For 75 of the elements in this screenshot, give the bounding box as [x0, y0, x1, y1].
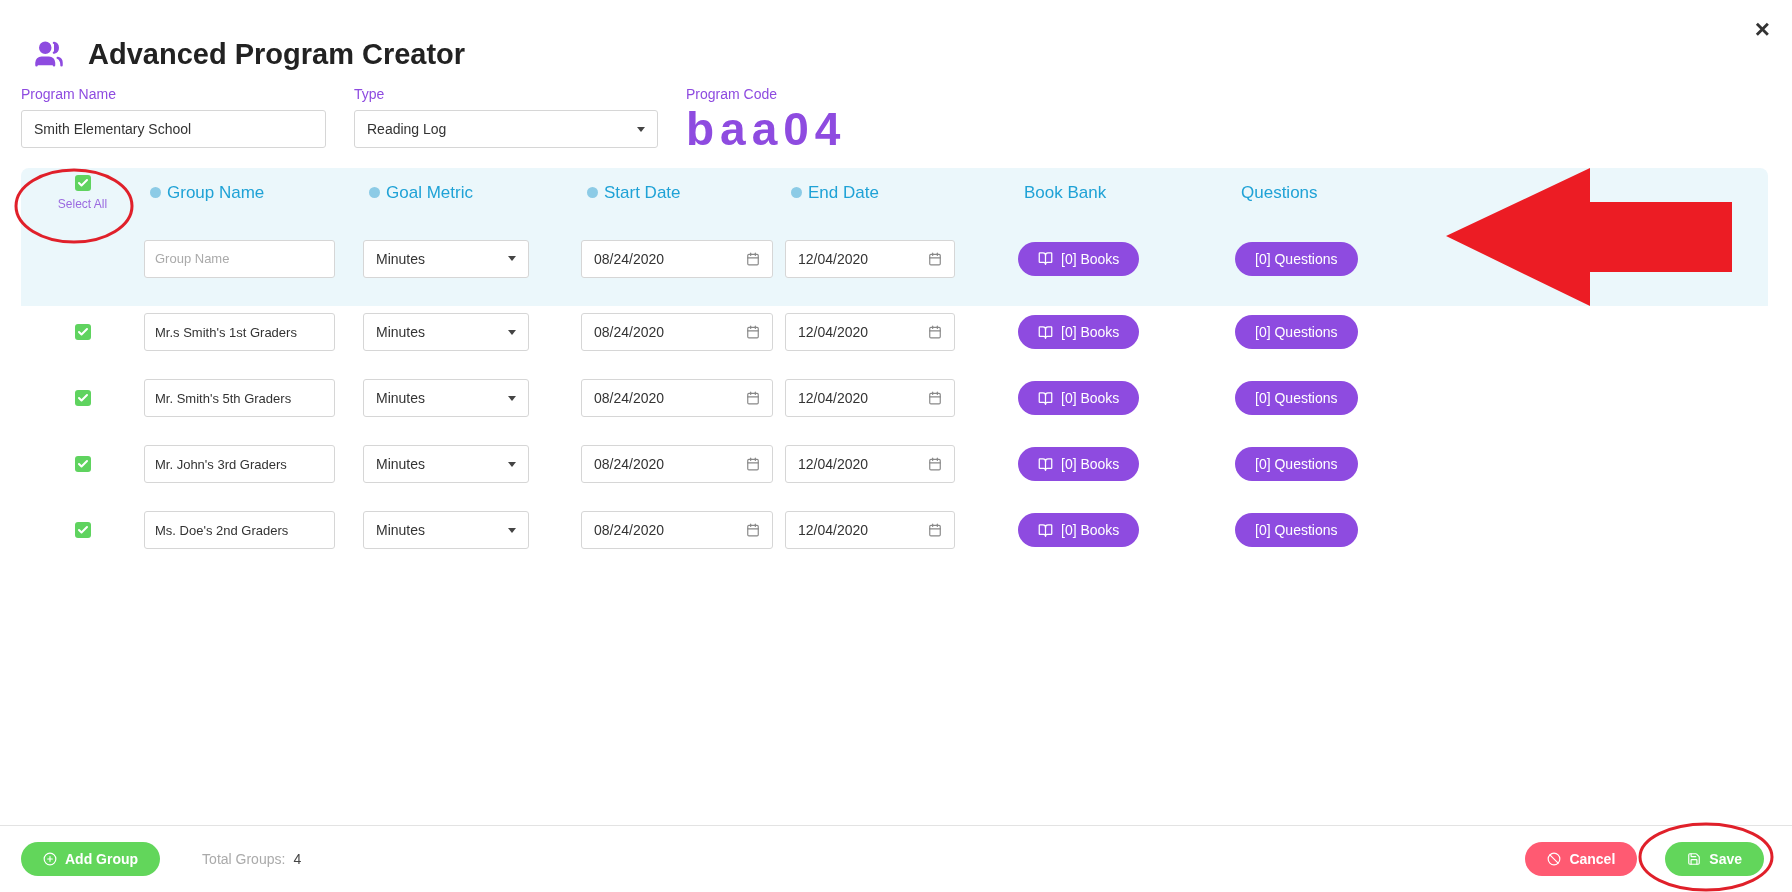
group-name-field[interactable]: Ms. Doe's 2nd Graders: [144, 511, 335, 549]
program-name-field[interactable]: Smith Elementary School: [21, 110, 326, 148]
column-header: Book Bank: [1024, 182, 1107, 203]
field-label: Program Name: [21, 86, 117, 102]
calendar-icon: [928, 391, 942, 405]
total-label: Total Groups:: [202, 851, 286, 867]
books-button[interactable]: [0] Books: [1018, 381, 1140, 415]
calendar-icon: [928, 251, 942, 266]
total-count: 4: [293, 851, 302, 867]
date-field[interactable]: 08/24/2020: [581, 445, 773, 483]
group-name-field[interactable]: Mr.s Smith's 1st Graders: [144, 313, 335, 351]
calendar-icon: [746, 325, 760, 339]
cancel-icon: [1547, 852, 1562, 866]
questions-button[interactable]: [0] Questions: [1235, 315, 1358, 349]
date-field[interactable]: 08/24/2020: [581, 239, 773, 278]
questions-button[interactable]: [0] Questions: [1235, 381, 1358, 415]
save-icon: [1687, 852, 1702, 866]
check-icon: [76, 326, 89, 338]
calendar-icon: [746, 457, 760, 471]
metric-select[interactable]: Minutes: [363, 379, 529, 417]
metric-select[interactable]: Minutes: [363, 511, 529, 549]
book-icon: [1038, 324, 1053, 340]
date-field[interactable]: 12/04/2020: [785, 445, 955, 483]
check-icon: [76, 524, 89, 536]
metric-select[interactable]: Minutes: [363, 445, 529, 483]
column-header: Group Name: [167, 182, 265, 203]
date-field[interactable]: 12/04/2020: [785, 511, 955, 549]
calendar-icon: [928, 325, 942, 339]
books-button[interactable]: [0] Books: [1018, 241, 1140, 276]
calendar-icon: [746, 391, 760, 405]
group-name-field[interactable]: Mr. John's 3rd Graders: [144, 445, 335, 483]
books-button[interactable]: [0] Books: [1018, 447, 1140, 481]
date-field[interactable]: 08/24/2020: [581, 511, 773, 549]
column-header: Questions: [1241, 182, 1318, 203]
date-field[interactable]: 12/04/2020: [785, 313, 955, 351]
calendar-icon: [928, 523, 942, 537]
window-title: Advanced Program Creator: [88, 37, 466, 71]
field-label: Type: [354, 86, 386, 102]
program-code: baa04: [686, 106, 848, 152]
calendar-icon: [746, 523, 760, 537]
date-field[interactable]: 12/04/2020: [785, 239, 955, 278]
date-field[interactable]: 08/24/2020: [581, 379, 773, 417]
column-header: Start Date: [604, 182, 681, 203]
checkbox[interactable]: [74, 174, 91, 191]
check-icon: [76, 458, 89, 470]
select-all-label: Select All: [57, 196, 108, 211]
questions-button[interactable]: [0] Questions: [1235, 513, 1358, 547]
field-label: Program Code: [686, 86, 779, 102]
book-icon: [1038, 251, 1053, 266]
plus-icon: [43, 852, 57, 866]
date-field[interactable]: 12/04/2020: [785, 379, 955, 417]
date-field[interactable]: 08/24/2020: [581, 313, 773, 351]
close-button[interactable]: ×: [1754, 16, 1770, 42]
group-name-field[interactable]: Mr. Smith's 5th Graders: [144, 379, 335, 417]
questions-button[interactable]: [0] Questions: [1235, 241, 1358, 276]
calendar-icon: [928, 457, 942, 471]
metric-select[interactable]: Minutes: [363, 313, 529, 351]
check-icon: [76, 176, 89, 189]
column-header: End Date: [808, 182, 879, 203]
users-icon: [34, 39, 64, 69]
book-icon: [1038, 456, 1053, 472]
metric-select[interactable]: Minutes: [363, 239, 529, 278]
column-header: Goal Metric: [386, 182, 473, 203]
checkbox[interactable]: [74, 324, 91, 340]
calendar-icon: [746, 251, 760, 266]
questions-button[interactable]: [0] Questions: [1235, 447, 1358, 481]
checkbox[interactable]: [74, 456, 91, 472]
book-icon: [1038, 390, 1053, 406]
checkbox[interactable]: [74, 390, 91, 406]
books-button[interactable]: [0] Books: [1018, 315, 1140, 349]
checkbox[interactable]: [74, 522, 91, 538]
check-icon: [76, 392, 89, 404]
type-select[interactable]: Reading Log: [354, 110, 658, 148]
book-icon: [1038, 522, 1053, 538]
books-button[interactable]: [0] Books: [1018, 513, 1140, 547]
